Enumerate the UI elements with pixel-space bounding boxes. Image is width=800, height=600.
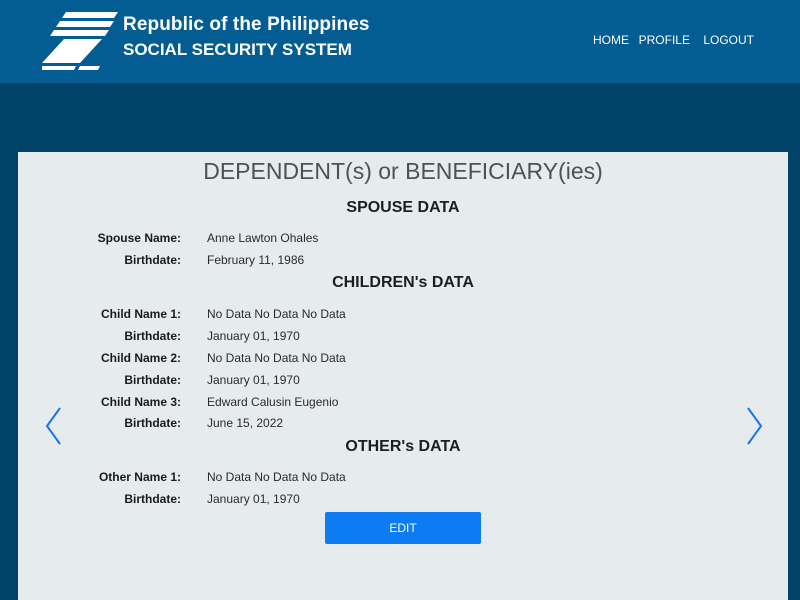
child-3-name-label: Child Name 3:: [100, 395, 181, 409]
child-1-name-row: Child Name 1: No Data No Data No Data: [18, 307, 788, 325]
site-header: Republic of the Philippines SOCIAL SECUR…: [0, 0, 800, 83]
org-name-line1: Republic of the Philippines: [123, 14, 370, 35]
child-2-birthdate-row: Birthdate: January 01, 1970: [18, 373, 788, 391]
sss-logo-icon: [42, 12, 118, 70]
spouse-name-label: Spouse Name:: [97, 231, 181, 245]
other-1-birthdate-row: Birthdate: January 01, 1970: [18, 492, 788, 510]
child-1-name-label: Child Name 1:: [100, 307, 181, 321]
nav-profile-link[interactable]: PROFILE: [639, 33, 690, 47]
child-3-name-row: Child Name 3: Edward Calusin Eugenio: [18, 395, 788, 413]
others-data-heading: OTHER's DATA: [345, 438, 461, 455]
child-2-birthdate-value: January 01, 1970: [207, 373, 300, 387]
chevron-right-icon[interactable]: [744, 406, 764, 446]
child-3-birthdate-row: Birthdate: June 15, 2022: [18, 416, 788, 434]
child-3-birthdate-label: Birthdate:: [124, 416, 181, 430]
child-2-name-label: Child Name 2:: [100, 351, 181, 365]
spouse-birthdate-row: Birthdate: February 11, 1986: [18, 253, 788, 271]
nav-home-link[interactable]: HOME: [593, 33, 629, 47]
other-1-name-value: No Data No Data No Data: [207, 470, 346, 484]
spouse-data-heading: SPOUSE DATA: [346, 199, 460, 216]
other-1-birthdate-value: January 01, 1970: [207, 492, 300, 506]
child-1-name-value: No Data No Data No Data: [207, 307, 346, 321]
child-3-name-value: Edward Calusin Eugenio: [207, 395, 339, 409]
nav-logout-link[interactable]: LOGOUT: [703, 33, 754, 47]
child-3-birthdate-value: June 15, 2022: [207, 416, 284, 430]
child-1-birthdate-label: Birthdate:: [124, 329, 181, 343]
chevron-left-icon[interactable]: [44, 406, 64, 446]
child-2-name-row: Child Name 2: No Data No Data No Data: [18, 351, 788, 369]
other-1-name-label: Other Name 1:: [98, 470, 181, 484]
spouse-birthdate-value: February 11, 1986: [207, 253, 305, 267]
child-2-birthdate-label: Birthdate:: [124, 373, 181, 387]
spouse-birthdate-label: Birthdate:: [124, 253, 181, 267]
edit-button[interactable]: EDIT: [325, 512, 481, 544]
child-1-birthdate-value: January 01, 1970: [207, 329, 300, 343]
other-1-name-row: Other Name 1: No Data No Data No Data: [18, 470, 788, 488]
org-name-line2: SOCIAL SECURITY SYSTEM: [123, 40, 352, 59]
beneficiaries-panel: DEPENDENT(s) or BENEFICIARY(ies) SPOUSE …: [18, 152, 788, 600]
child-1-birthdate-row: Birthdate: January 01, 1970: [18, 329, 788, 347]
child-2-name-value: No Data No Data No Data: [207, 351, 346, 365]
children-data-heading: CHILDREN's DATA: [332, 274, 474, 291]
other-1-birthdate-label: Birthdate:: [124, 492, 181, 506]
page-title: DEPENDENT(s) or BENEFICIARY(ies): [203, 158, 603, 184]
spouse-name-row: Spouse Name: Anne Lawton Ohales: [18, 231, 788, 249]
spouse-name-value: Anne Lawton Ohales: [207, 231, 319, 245]
